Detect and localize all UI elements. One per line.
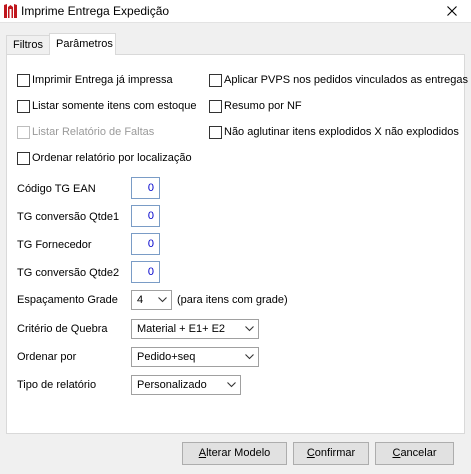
chevron-down-icon (227, 382, 236, 388)
checkbox-box (17, 125, 30, 139)
cancelar-label: ancelar (400, 447, 437, 459)
checkbox-box[interactable] (17, 151, 30, 165)
confirmar-label: onfirmar (314, 447, 356, 459)
label-tg-conversao-qtde1: TG conversão Qtde1 (17, 211, 120, 223)
label-tg-fornecedor: TG Fornecedor (17, 239, 92, 251)
checkbox-box[interactable] (209, 125, 222, 139)
tab-parametros[interactable]: Parâmetros (49, 33, 116, 55)
title-bar: Imprime Entrega Expedição (0, 0, 471, 23)
checkbox-imprimir-entrega-ja-impressa[interactable]: Imprimir Entrega já impressa (17, 73, 173, 87)
checkbox-label: Listar somente itens com estoque (32, 100, 197, 112)
label-tipo-de-relatorio: Tipo de relatório (17, 379, 97, 391)
checkbox-box[interactable] (209, 73, 222, 87)
label-codigo-tg-ean: Código TG EAN (17, 183, 96, 195)
label-criterio-de-quebra: Critério de Quebra (17, 323, 108, 335)
criterio-de-quebra-select[interactable]: Material + E1+ E2 (131, 319, 259, 339)
checkbox-aplicar-pvps[interactable]: Aplicar PVPS nos pedidos vinculados as e… (209, 73, 468, 87)
checkbox-box[interactable] (209, 99, 222, 113)
chevron-down-icon (158, 297, 167, 303)
espacamento-grade-select[interactable]: 4 (131, 290, 172, 310)
tg-fornecedor-input[interactable]: 0 (131, 233, 160, 255)
label-ordenar-por: Ordenar por (17, 351, 77, 363)
window-title: Imprime Entrega Expedição (21, 4, 170, 18)
ordenar-por-select[interactable]: Pedido+seq (131, 347, 259, 367)
checkbox-resumo-por-nf[interactable]: Resumo por NF (209, 99, 302, 113)
app-logo-icon (3, 3, 18, 19)
tg-conversao-qtde1-input[interactable]: 0 (131, 205, 160, 227)
checkbox-listar-relatorio-de-faltas: Listar Relatório de Faltas (17, 125, 154, 139)
chevron-down-icon (245, 354, 254, 360)
tipo-de-relatorio-value: Personalizado (137, 379, 207, 391)
tab-parametros-label: Parâmetros (56, 38, 113, 50)
tab-filtros-label: Filtros (13, 39, 43, 51)
checkbox-box[interactable] (17, 99, 30, 113)
checkbox-label: Resumo por NF (224, 100, 302, 112)
alterar-modelo-mnemonic: A (198, 447, 207, 459)
espacamento-grade-hint: (para itens com grade) (177, 294, 288, 306)
tg-conversao-qtde2-input[interactable]: 0 (131, 261, 160, 283)
ordenar-por-value: Pedido+seq (137, 351, 196, 363)
confirmar-button[interactable]: Confirmar (293, 442, 369, 465)
label-tg-conversao-qtde2: TG conversão Qtde2 (17, 267, 120, 279)
close-icon (447, 6, 457, 16)
alterar-modelo-label: lterar Modelo (206, 447, 271, 459)
checkbox-label: Aplicar PVPS nos pedidos vinculados as e… (224, 74, 468, 86)
checkbox-box[interactable] (17, 73, 30, 87)
checkbox-label: Ordenar relatório por localização (32, 152, 192, 164)
checkbox-nao-aglutinar-itens[interactable]: Não aglutinar itens explodidos X não exp… (209, 125, 459, 139)
label-espacamento-grade: Espaçamento Grade (17, 294, 118, 306)
tipo-de-relatorio-select[interactable]: Personalizado (131, 375, 241, 395)
cancelar-button[interactable]: Cancelar (375, 442, 454, 465)
espacamento-grade-value: 4 (137, 294, 144, 306)
checkbox-label: Listar Relatório de Faltas (32, 126, 155, 138)
criterio-de-quebra-value: Material + E1+ E2 (137, 323, 226, 335)
close-button[interactable] (437, 2, 467, 20)
codigo-tg-ean-input[interactable]: 0 (131, 177, 160, 199)
checkbox-listar-somente-itens-com-estoque[interactable]: Listar somente itens com estoque (17, 99, 196, 113)
chevron-down-icon (245, 326, 254, 332)
checkbox-ordenar-relatorio-por-localizacao[interactable]: Ordenar relatório por localização (17, 151, 192, 165)
checkbox-label: Não aglutinar itens explodidos X não exp… (224, 126, 459, 138)
tab-filtros[interactable]: Filtros (6, 35, 50, 54)
alterar-modelo-button[interactable]: Alterar Modelo (182, 442, 287, 465)
confirmar-mnemonic: C (306, 447, 315, 459)
checkbox-label: Imprimir Entrega já impressa (32, 74, 173, 86)
